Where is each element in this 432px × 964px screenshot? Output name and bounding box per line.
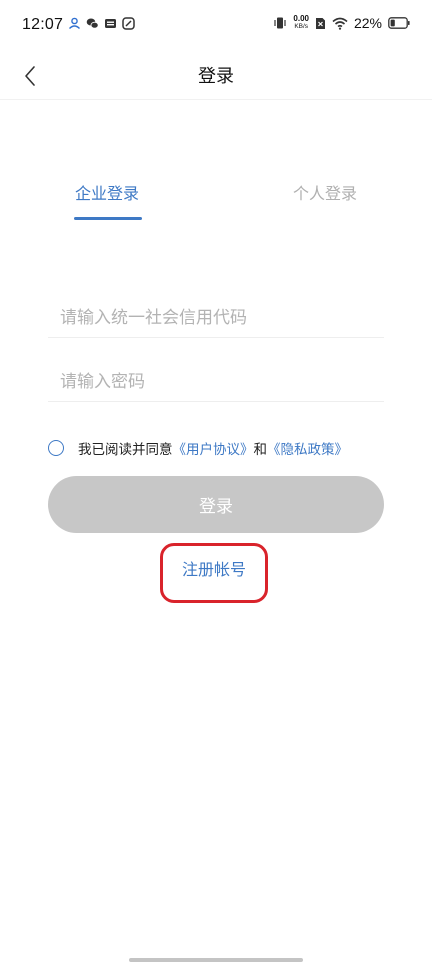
mail-icon [105, 19, 116, 28]
agreement-prefix: 我已阅读并同意 [78, 442, 173, 458]
credit-code-field [48, 298, 384, 338]
status-right-icons: 0.00 KB/s 22% [273, 15, 410, 31]
home-indicator[interactable] [129, 958, 303, 962]
wifi-icon [332, 17, 348, 30]
tab-personal-login[interactable]: 个人登录 [293, 180, 357, 204]
net-speed-unit: KB/s [294, 23, 309, 30]
network-speed: 0.00 KB/s [293, 15, 309, 31]
agreement-row: 我已阅读并同意 《用户协议》 和 《隐私政策》 [48, 437, 348, 459]
battery-icon [388, 17, 410, 29]
password-input[interactable] [48, 362, 384, 401]
status-notification-icons [68, 17, 135, 30]
register-account-link[interactable]: 注册帐号 [160, 556, 268, 580]
battery-percentage: 22% [353, 15, 382, 31]
wechat-icon [86, 18, 99, 29]
sim-icon [315, 17, 325, 29]
status-bar: 12:07 0.00 KB/s 22% [0, 0, 432, 52]
privacy-policy-link[interactable]: 《隐私政策》 [267, 438, 348, 458]
credit-code-input[interactable] [48, 298, 384, 337]
app-notification-icon [69, 17, 80, 30]
agreement-and: 和 [253, 442, 268, 458]
active-tab-indicator [74, 217, 142, 220]
app-icon [122, 17, 135, 30]
tab-enterprise-login[interactable]: 企业登录 [75, 180, 139, 204]
net-speed-value: 0.00 [293, 14, 309, 23]
password-field [48, 362, 384, 402]
login-type-tabs: 企业登录 个人登录 [48, 170, 384, 222]
login-button[interactable]: 登录 [48, 476, 384, 533]
vibrate-icon [274, 17, 286, 29]
agreement-checkbox[interactable] [48, 440, 64, 456]
page-title: 登录 [198, 66, 234, 87]
page-header: 登录 [0, 52, 432, 100]
status-time: 12:07 [22, 16, 64, 33]
user-agreement-link[interactable]: 《用户协议》 [173, 438, 254, 458]
